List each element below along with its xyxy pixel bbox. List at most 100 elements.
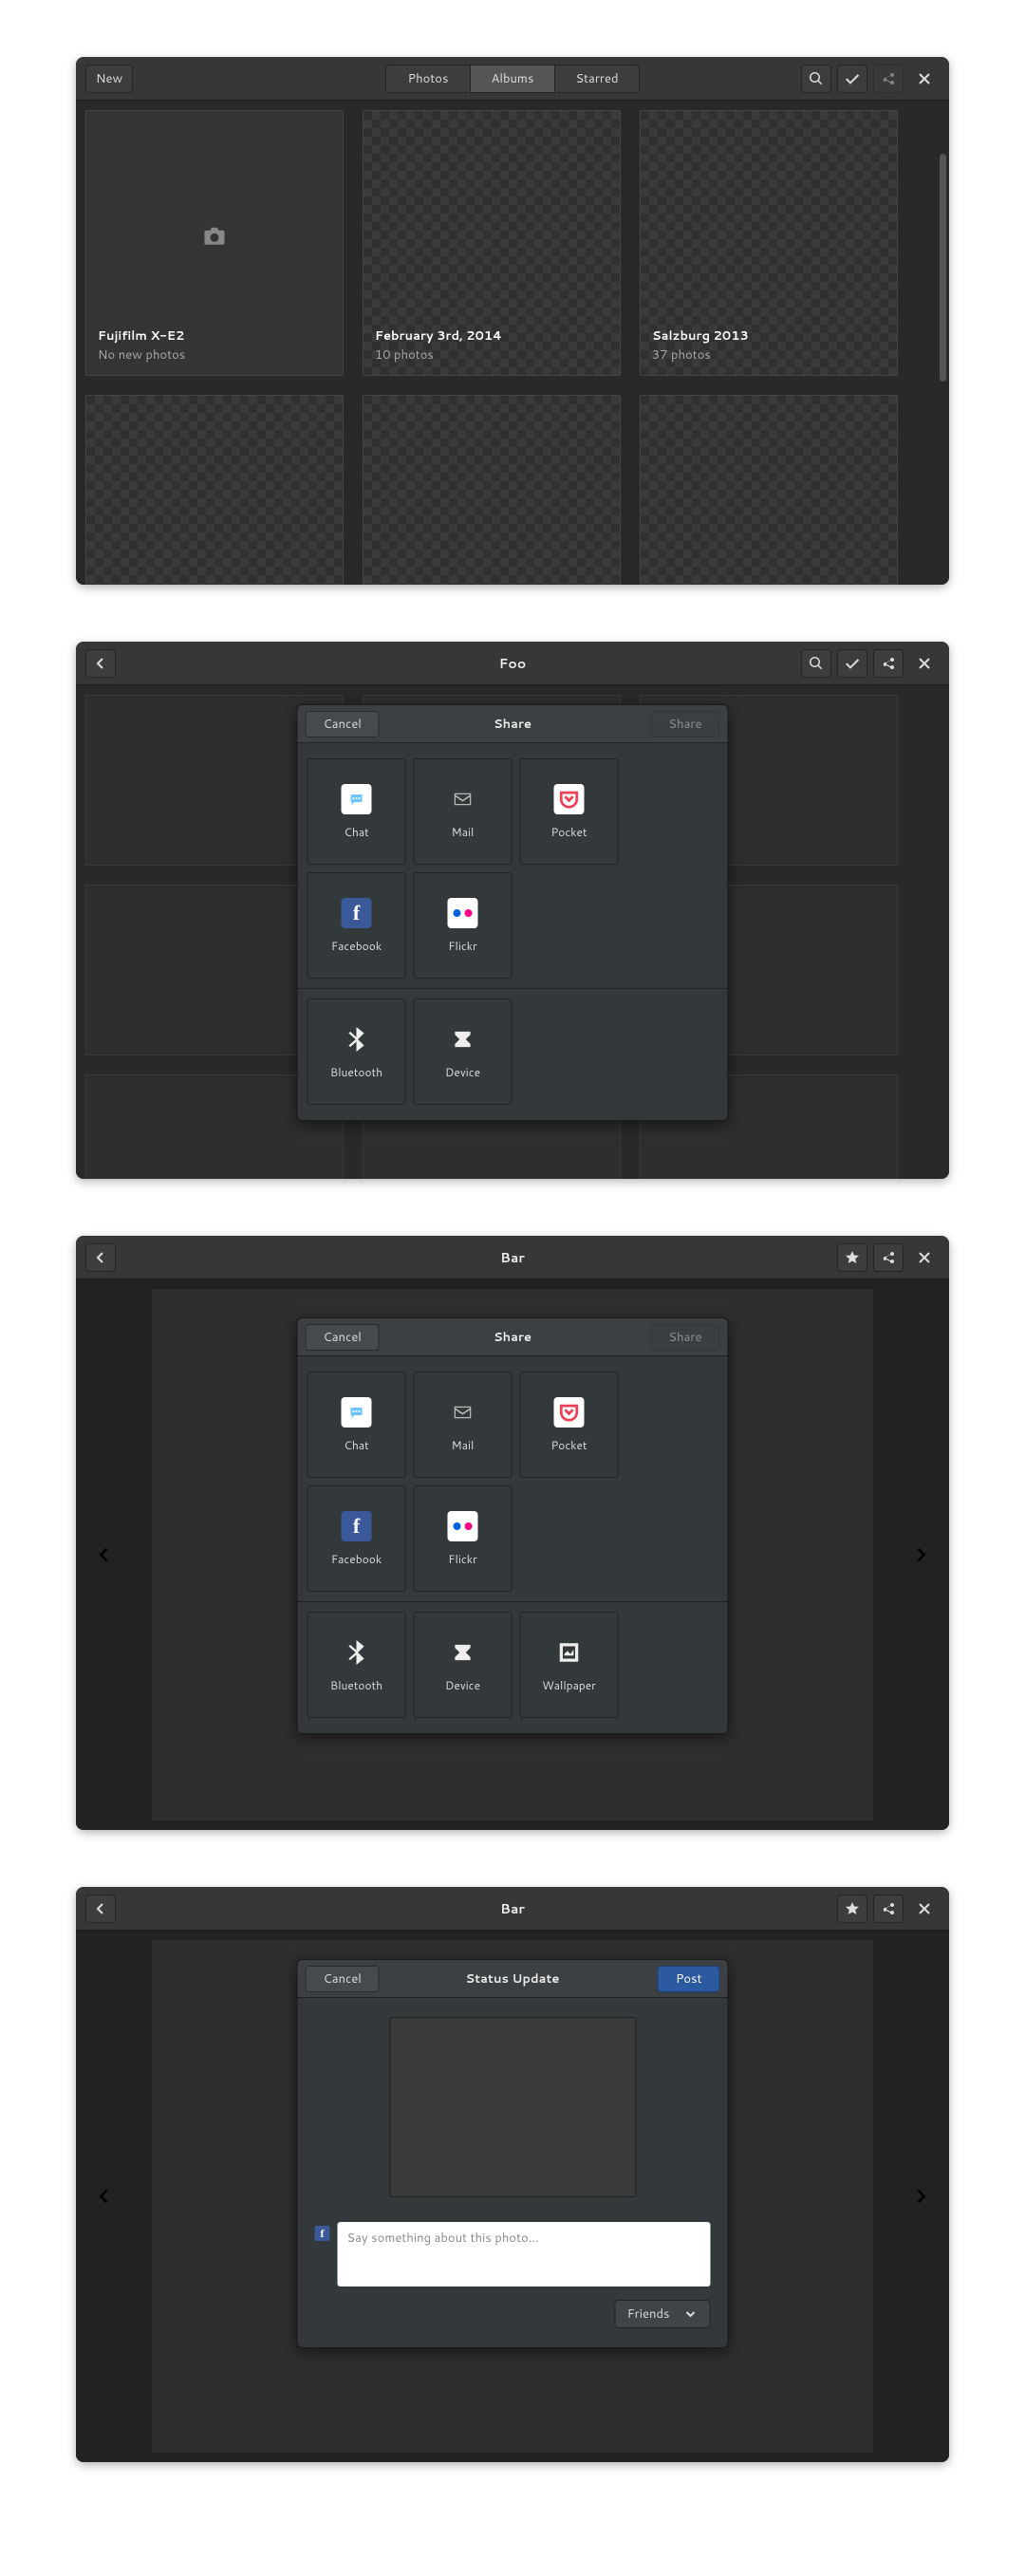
albums-window: New Photos Albums Starred Fujifilm X-E2 … [76,57,949,585]
share-target-mail[interactable]: Mail [414,1372,512,1478]
share-action-button[interactable]: Share [650,1324,719,1351]
close-button[interactable] [909,1243,940,1272]
back-icon [93,1250,108,1265]
share-target-wallpaper[interactable]: Wallpaper [520,1612,619,1718]
album-tile[interactable]: Fujifilm X-E2 No new photos [85,110,344,376]
cancel-button[interactable]: Cancel [306,1966,380,1992]
close-button[interactable] [909,1895,940,1923]
share-target-flickr[interactable]: Flickr [414,872,512,979]
share-target-pocket[interactable]: Pocket [520,1372,619,1478]
facebook-icon: f [315,2226,330,2241]
facebook-icon: f [342,898,372,928]
share-target-pocket[interactable]: Pocket [520,758,619,865]
star-icon [845,1901,860,1916]
back-button[interactable] [85,649,116,678]
prev-button[interactable] [95,2187,114,2206]
next-button[interactable] [911,1545,930,1564]
device-icon [448,1637,478,1668]
back-icon [93,656,108,671]
cancel-button[interactable]: Cancel [306,711,380,737]
back-icon [93,1901,108,1916]
share-dialog-window: Foo Cancel Share Share [76,642,949,1179]
share-button[interactable] [873,1895,904,1923]
share-dialog: Cancel Share Share Chat Mail Pocket fFac… [297,704,729,1121]
close-icon [917,71,932,86]
next-button[interactable] [911,2187,930,2206]
check-icon [845,71,860,86]
select-button[interactable] [837,649,867,678]
post-button[interactable]: Post [658,1966,720,1992]
camera-icon [200,225,229,248]
facebook-icon: f [342,1511,372,1541]
album-tile[interactable] [85,395,344,585]
privacy-dropdown[interactable]: Friends [615,2300,711,2328]
back-button[interactable] [85,1895,116,1923]
photo-preview [389,2017,636,2197]
share-button[interactable] [873,1243,904,1272]
tab-starred[interactable]: Starred [554,65,640,93]
device-icon [448,1024,478,1055]
album-tile[interactable]: Salzburg 2013 37 photos [640,110,898,376]
share-target-facebook[interactable]: f Facebook [308,1485,406,1592]
albums-content: Fujifilm X-E2 No new photos February 3rd… [76,101,949,585]
tile-label: Device [445,1677,480,1693]
share-action-button[interactable]: Share [650,711,719,737]
close-icon [917,1250,932,1265]
scrollbar[interactable] [940,154,946,382]
close-button[interactable] [909,649,940,678]
star-icon [845,1250,860,1265]
tile-label: Chat [344,1437,368,1453]
dialog-header: Cancel Share Share [298,1318,728,1356]
cancel-button[interactable]: Cancel [306,1324,380,1351]
share-button[interactable] [873,649,904,678]
window-title: Bar [500,1899,525,1918]
share-target-bluetooth[interactable]: Bluetooth [308,1612,406,1718]
bluetooth-icon [342,1637,372,1668]
share-target-mail[interactable]: Mail [414,758,512,865]
share-icon [881,1901,896,1916]
star-button[interactable] [837,1895,867,1923]
share-target-chat[interactable]: Chat [308,758,406,865]
tile-label: Facebook [331,938,382,954]
tile-label: Flickr [448,938,477,954]
share-dialog: Cancel Share Share Chat Mail Pocket f Fac… [297,1317,729,1734]
search-icon [809,71,824,86]
divider [298,1601,728,1602]
dialog-header: Cancel Status Update Post [298,1960,728,1998]
prev-button[interactable] [95,1545,114,1564]
headerbar: Bar [76,1887,949,1931]
search-icon [809,656,824,671]
share-target-bluetooth[interactable]: Bluetooth [308,999,406,1105]
tab-photos[interactable]: Photos [385,65,471,93]
album-tile[interactable]: February 3rd, 2014 10 photos [363,110,621,376]
tile-label: Facebook [331,1551,382,1567]
share-target-facebook[interactable]: f Facebook [308,872,406,979]
share-button[interactable] [873,65,904,93]
check-icon [845,656,860,671]
back-button[interactable] [85,1243,116,1272]
share-target-flickr[interactable]: Flickr [414,1485,512,1592]
close-button[interactable] [909,65,940,93]
share-target-chat[interactable]: Chat [308,1372,406,1478]
tab-albums[interactable]: Albums [470,65,555,93]
new-button[interactable]: New [85,65,133,93]
search-button[interactable] [801,65,831,93]
share-target-device[interactable]: Device [414,999,512,1105]
tile-label: Pocket [550,1437,587,1453]
close-icon [917,1901,932,1916]
album-tile[interactable] [640,395,898,585]
star-button[interactable] [837,1243,867,1272]
search-button[interactable] [801,649,831,678]
wallpaper-icon [554,1637,585,1668]
album-title: February 3rd, 2014 [375,327,608,345]
tile-label: Flickr [448,1551,477,1567]
chat-icon [342,1397,372,1428]
album-tile[interactable] [363,395,621,585]
window-title: Bar [500,1248,525,1267]
chevron-down-icon [683,2306,699,2322]
select-button[interactable] [837,65,867,93]
tile-label: Chat [344,824,368,840]
status-input[interactable]: Say something about this photo… [338,2222,711,2287]
share-target-device[interactable]: Device [414,1612,512,1718]
window-title: Foo [499,654,526,673]
